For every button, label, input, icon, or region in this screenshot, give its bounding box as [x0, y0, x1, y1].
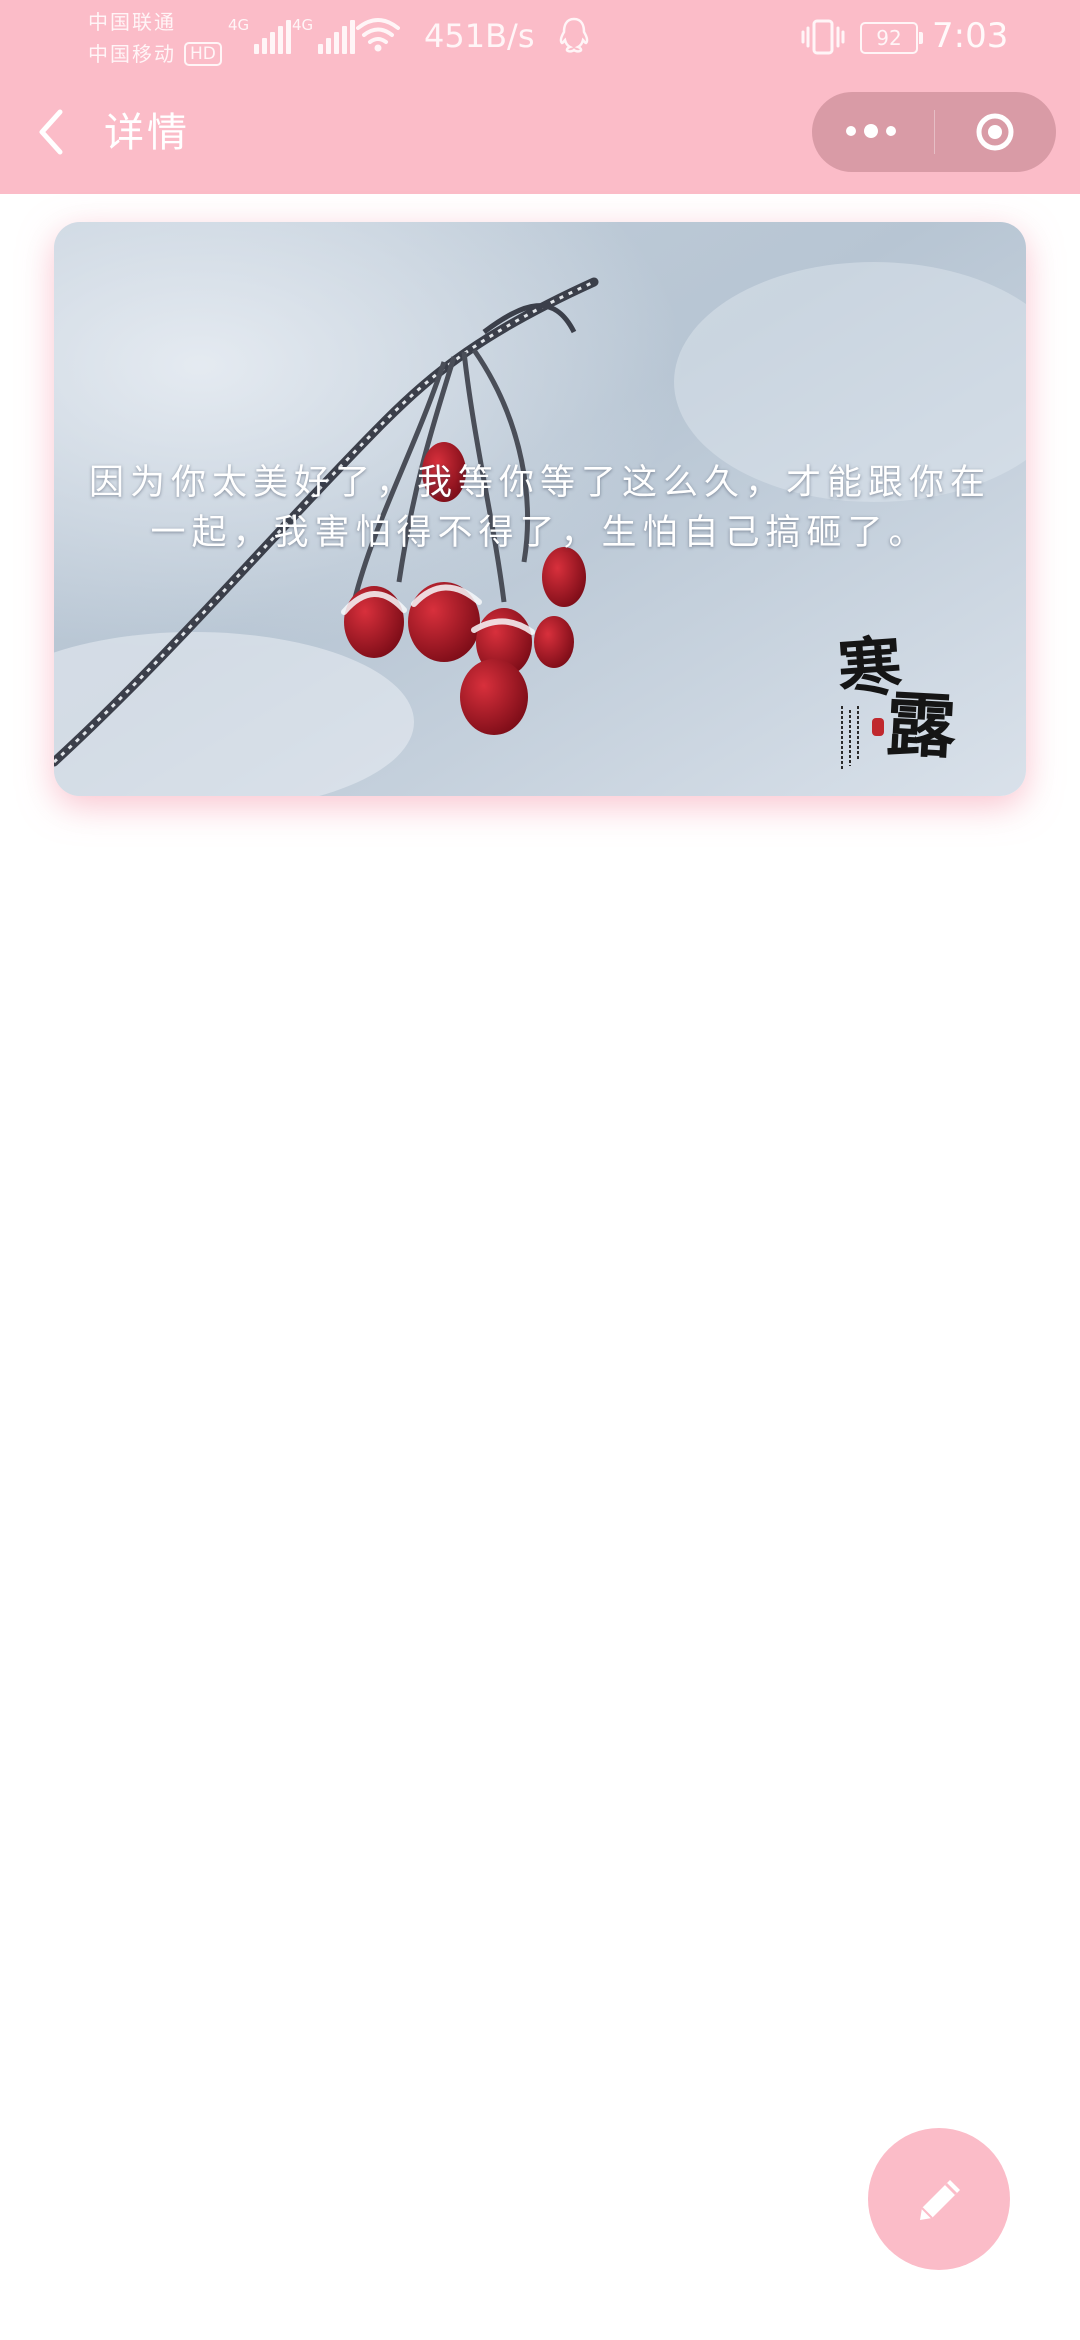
signal-icon-2: 4G: [292, 16, 356, 54]
signal-2-gen: 4G: [292, 16, 314, 34]
chevron-left-icon[interactable]: [30, 102, 74, 162]
hd-badge: HD: [184, 42, 222, 66]
page-title: 详情: [104, 110, 190, 156]
nav-bar: 详情: [0, 72, 1080, 194]
signal-1-gen: 4G: [228, 16, 250, 34]
mini-program-capsule: [812, 92, 1056, 172]
screen: 中国联通 中国移动 HD 4G 4G 451B/s 92 7:03 详情 因为你…: [0, 0, 1080, 2340]
edit-fab-button[interactable]: [868, 2128, 1010, 2270]
carrier-block: 中国联通 中国移动 HD: [88, 6, 222, 70]
quote-text: 因为你太美好了，我等你等了这么久，才能跟你在一起，我害怕得不得了，生怕自己搞砸了…: [88, 463, 991, 553]
wifi-icon: [356, 18, 400, 52]
target-circle-icon: [976, 113, 1014, 151]
vibrate-icon: [801, 19, 845, 55]
carrier-row-1: 中国联通: [88, 6, 222, 38]
capsule-close-button[interactable]: [935, 92, 1056, 172]
status-bar: 中国联通 中国移动 HD 4G 4G 451B/s 92 7:03: [0, 0, 1080, 72]
carrier-1-label: 中国联通: [88, 10, 176, 34]
stamp-small-text: [841, 706, 859, 770]
carrier-row-2: 中国移动 HD: [88, 38, 222, 70]
net-speed: 451B/s: [424, 17, 535, 55]
header: 中国联通 中国移动 HD 4G 4G 451B/s 92 7:03 详情: [0, 0, 1080, 194]
pencil-icon: [920, 2180, 960, 2220]
quote-card[interactable]: 因为你太美好了，我等你等了这么久，才能跟你在一起，我害怕得不得了，生怕自己搞砸了…: [54, 222, 1026, 796]
battery-icon: 92: [860, 22, 923, 54]
capsule-more-button[interactable]: [812, 92, 934, 172]
status-time: 7:03: [932, 16, 1009, 56]
carrier-2-label: 中国移动: [88, 42, 176, 66]
qq-icon: [559, 17, 589, 53]
stamp-char-2: 露: [883, 682, 959, 769]
signal-icon-1: 4G: [228, 16, 292, 54]
more-dots-icon: [846, 124, 896, 138]
solar-term-stamp: 寒 露: [832, 629, 992, 780]
